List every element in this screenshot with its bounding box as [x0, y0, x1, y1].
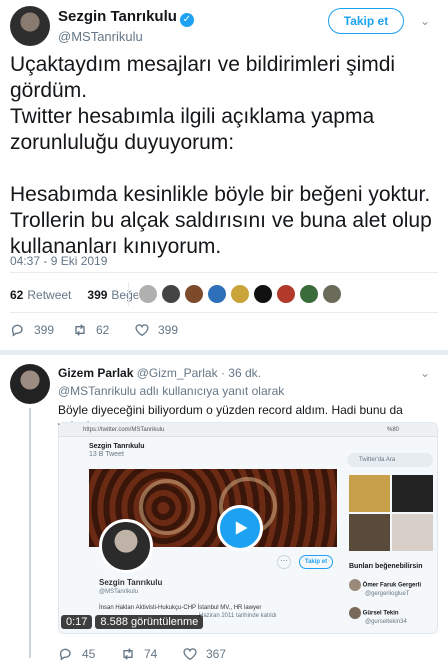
liker-avatar[interactable]: [184, 284, 204, 304]
reply-retweet-button[interactable]: 74: [120, 646, 182, 662]
vf-search: Twitter'da Ara: [347, 453, 433, 467]
play-icon: [235, 521, 248, 535]
divider: [10, 312, 438, 313]
author-handle[interactable]: @MSTanrikulu: [58, 29, 194, 44]
vf-photo-grid: [349, 475, 433, 551]
video-duration: 0:17: [61, 615, 93, 629]
reply-header: Gizem Parlak @Gizm_Parlak · 36 dk.: [58, 366, 261, 380]
reply-like-count: 367: [206, 647, 227, 661]
vf-suggest-2-name: Gürsel Tekin: [362, 610, 399, 617]
reply-author-name[interactable]: Gizem Parlak: [58, 366, 133, 380]
tweet-text: Uçaktaydım mesajları ve bildirimleri şim…: [10, 53, 432, 258]
vf-follow-button: Takip et: [299, 555, 333, 569]
chevron-down-icon[interactable]: ⌄: [420, 14, 430, 28]
retweet-count[interactable]: 62: [10, 288, 23, 302]
liker-avatar[interactable]: [161, 284, 181, 304]
liker-avatar[interactable]: [207, 284, 227, 304]
retweet-icon: [123, 648, 133, 660]
reply-author-handle[interactable]: @Gizm_Parlak: [137, 366, 218, 380]
video-badges: 0:17 8.588 görüntülenme: [61, 615, 204, 629]
reply-button[interactable]: 399: [10, 322, 72, 338]
liker-avatar[interactable]: [138, 284, 158, 304]
heart-icon: [135, 324, 149, 337]
tweet-timestamp[interactable]: 04:37 - 9 Eki 2019: [10, 254, 107, 268]
browser-url: https://twitter.com/MSTanrikulu: [83, 427, 165, 433]
vf-side-heading: Bunları beğenebilirsin: [349, 563, 423, 570]
retweet-button[interactable]: 62: [72, 322, 134, 338]
like-count-action: 399: [158, 323, 179, 337]
reply-count: 399: [34, 323, 55, 337]
retweet-label[interactable]: Retweet: [27, 288, 71, 302]
liker-avatar[interactable]: [276, 284, 296, 304]
divider: [10, 272, 438, 273]
author-avatar[interactable]: [10, 6, 50, 46]
vf-profile-name: Sezgin Tanrıkulu: [89, 443, 145, 450]
tweet-actions: 399 62 399: [10, 322, 310, 338]
author-block[interactable]: Sezgin Tanrıkulu ✓ @MSTanrikulu: [58, 8, 194, 44]
reply-icon: [59, 648, 71, 661]
retweet-count-action: 62: [96, 323, 110, 337]
verified-badge-icon: ✓: [179, 13, 194, 27]
reply-to-label[interactable]: @MSTanrikulu adlı kullanıcıya yanıt olar…: [58, 384, 284, 398]
reply-actions: 45 74 367: [58, 646, 358, 662]
reply-like-button[interactable]: 367: [182, 646, 244, 662]
liker-avatar[interactable]: [299, 284, 319, 304]
heart-icon: [183, 648, 197, 661]
chevron-down-icon[interactable]: ⌄: [420, 366, 430, 380]
vf-suggest-2: Gürsel Tekin @gurseltekin34: [349, 607, 407, 626]
vf-suggest-1-handle: @gergerlioglueT: [365, 591, 410, 597]
reply-retweet-count: 74: [144, 647, 158, 661]
reply-author-avatar[interactable]: [10, 364, 50, 404]
vf-search-placeholder: Twitter'da Ara: [359, 457, 396, 463]
browser-bar: https://twitter.com/MSTanrikulu %80: [59, 423, 437, 437]
vf-profile-sub: 13 B Tweet: [89, 451, 124, 458]
liker-avatar[interactable]: [253, 284, 273, 304]
video-player[interactable]: https://twitter.com/MSTanrikulu %80 Sezg…: [58, 422, 438, 634]
vf-profile-avatar: [99, 519, 153, 573]
reply-reply-button[interactable]: 45: [58, 646, 120, 662]
section-divider: [0, 350, 448, 355]
reply-time[interactable]: · 36 dk.: [221, 366, 261, 380]
reply-icon: [11, 324, 23, 337]
vf-profile-name-2: Sezgin Tanrıkulu: [99, 578, 163, 587]
thread-line: [29, 408, 31, 658]
liker-avatar[interactable]: [322, 284, 342, 304]
browser-zoom: %80: [387, 427, 400, 433]
reply-reply-count: 45: [82, 647, 96, 661]
author-name[interactable]: Sezgin Tanrıkulu: [58, 8, 177, 25]
vf-profile-bio: İnsan Hakları Aktivisti-Hukukçu-CHP İsta…: [99, 605, 262, 611]
play-button[interactable]: [217, 505, 263, 551]
vf-profile-info: Sezgin Tanrıkulu @MSTanrikulu İnsan Hakl…: [99, 579, 339, 620]
vf-suggest-2-handle: @gurseltekin34: [365, 619, 407, 625]
vf-profile-handle: @MSTanrikulu: [99, 589, 139, 595]
liker-avatar[interactable]: [230, 284, 250, 304]
retweet-icon: [75, 324, 85, 336]
likers-avatars: [138, 284, 342, 304]
vf-suggest-1: Ömer Faruk Gergerli @gergerlioglueT: [349, 579, 421, 598]
divider-vertical: [128, 282, 129, 306]
vf-more-icon: ⋯: [277, 555, 291, 569]
like-button[interactable]: 399: [134, 322, 196, 338]
like-count[interactable]: 399: [87, 288, 107, 302]
profile-topbar: Sezgin Tanrıkulu 13 B Tweet: [89, 443, 145, 459]
vf-suggest-1-name: Ömer Faruk Gergerli: [362, 582, 422, 589]
vf-joined: Haziran 2011 tarihinde katıldı: [199, 613, 277, 619]
video-views: 8.588 görüntülenme: [95, 615, 204, 629]
follow-button[interactable]: Takip et: [328, 8, 404, 34]
